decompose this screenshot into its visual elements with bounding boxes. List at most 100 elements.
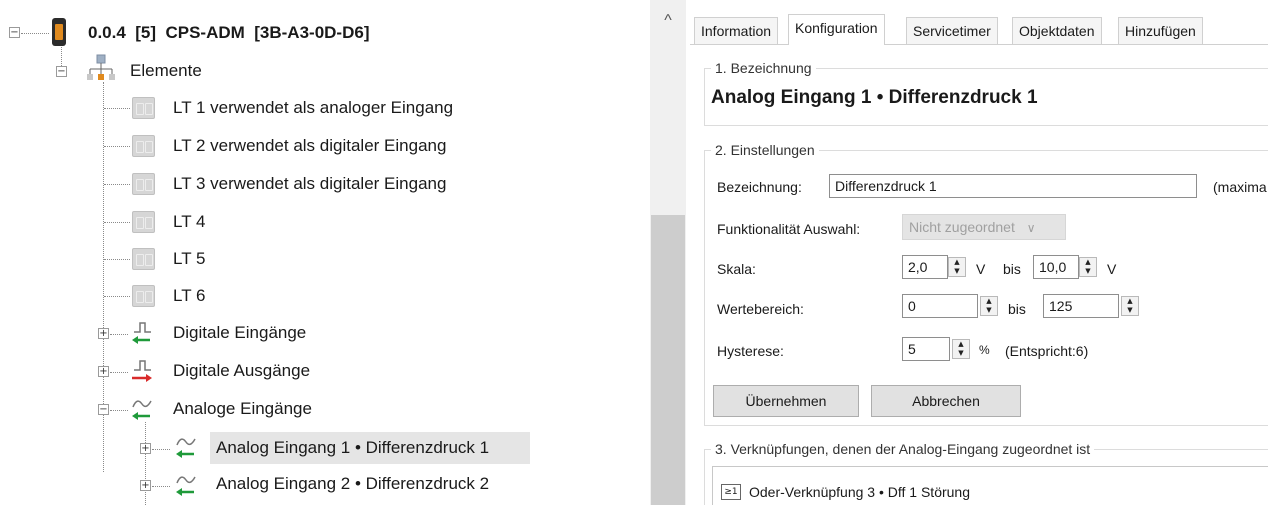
skala-from-unit: V	[976, 261, 986, 277]
expand-digital-outputs-expander[interactable]: +	[98, 366, 109, 377]
skala-to-input[interactable]: 10,0	[1033, 255, 1079, 279]
tab-servicetimer[interactable]: Servicetimer	[906, 17, 998, 44]
properties-panel: Information Konfiguration Servicetimer O…	[690, 0, 1268, 505]
expand-digital-inputs-expander[interactable]: +	[98, 328, 109, 339]
group-einstellungen: 2. Einstellungen Bezeichnung: Differenzd…	[704, 142, 1268, 426]
spin-up-icon[interactable]: ▲	[1080, 258, 1096, 267]
spin-down-icon[interactable]: ▼	[1122, 306, 1138, 315]
tab-objektdaten[interactable]: Objektdaten	[1012, 17, 1102, 44]
expand-analog-input-1-expander[interactable]: +	[140, 443, 151, 454]
spin-up-icon[interactable]: ▲	[949, 258, 965, 267]
tree-node-lt4-label: LT 4	[173, 212, 206, 231]
scroll-up-arrow-icon[interactable]: ^	[650, 12, 686, 36]
tree-node-digital-outputs[interactable]: Digitale Ausgänge	[173, 356, 310, 386]
tree-guide-line	[110, 372, 128, 373]
skala-from-input[interactable]: 2,0	[902, 255, 948, 279]
tree-guide-line	[152, 449, 170, 450]
tree-guide-line	[104, 296, 130, 297]
tree-guide-line	[104, 184, 130, 185]
tree-guide-line	[21, 33, 49, 34]
tree-node-lt4[interactable]: LT 4	[173, 207, 205, 237]
tree-guide-line	[104, 146, 130, 147]
or-gate-icon: ≥1	[721, 484, 741, 500]
hysterese-label: Hysterese:	[717, 343, 784, 359]
spin-down-icon[interactable]: ▼	[1080, 267, 1096, 276]
cancel-button[interactable]: Abbrechen	[871, 385, 1021, 417]
digital-input-icon	[130, 320, 154, 346]
group-einstellungen-title: 2. Einstellungen	[711, 142, 819, 158]
werte-to-input[interactable]: 125	[1043, 294, 1119, 318]
tree-guide-line	[104, 259, 130, 260]
werte-from-input[interactable]: 0	[902, 294, 978, 318]
collapse-analog-inputs-expander[interactable]: −	[98, 404, 109, 415]
tree-guide-line	[110, 334, 128, 335]
tree-node-lt5-label: LT 5	[173, 249, 206, 268]
lt-module-icon	[132, 211, 155, 233]
werte-to-spinner[interactable]: ▲ ▼	[1121, 296, 1139, 316]
werte-bis-label: bis	[1008, 301, 1026, 317]
lt-module-icon	[132, 285, 155, 307]
tree-node-lt2[interactable]: LT 2 verwendet als digitaler Eingang	[173, 131, 446, 161]
tab-information[interactable]: Information	[694, 17, 779, 44]
tree-node-root[interactable]: 0.0.4 [5] CPS-ADM [3B-A3-0D-D6]	[88, 18, 370, 48]
skala-from-spinner[interactable]: ▲ ▼	[948, 257, 966, 277]
tree-node-lt5[interactable]: LT 5	[173, 244, 205, 274]
hysterese-spinner[interactable]: ▲ ▼	[952, 339, 970, 359]
group-bezeichnung-title: 1. Bezeichnung	[711, 60, 816, 76]
tree-node-analog-input-2[interactable]: Analog Eingang 2 • Differenzdruck 2	[216, 469, 489, 499]
tree-node-elemente[interactable]: Elemente	[130, 56, 202, 86]
spin-down-icon[interactable]: ▼	[949, 267, 965, 276]
skala-bis-label: bis	[1003, 261, 1021, 277]
scrollbar-thumb[interactable]	[651, 215, 685, 505]
verknuepfungen-list[interactable]: ≥1 Oder-Verknüpfung 3 • Dff 1 Störung	[712, 466, 1268, 505]
list-item[interactable]: ≥1 Oder-Verknüpfung 3 • Dff 1 Störung	[721, 481, 970, 503]
tree-guide-line	[104, 108, 130, 109]
bezeichnung-hint: (maxima	[1213, 179, 1267, 195]
tree-node-analog-inputs-label: Analoge Eingänge	[173, 399, 312, 418]
collapse-root-expander[interactable]: −	[9, 27, 20, 38]
werte-from-spinner[interactable]: ▲ ▼	[980, 296, 998, 316]
bezeichnung-input[interactable]: Differenzdruck 1	[829, 174, 1197, 198]
tree-guide-line	[104, 222, 130, 223]
tree-node-analog-input-1-label: Analog Eingang 1 • Differenzdruck 1	[216, 438, 490, 457]
skala-to-spinner[interactable]: ▲ ▼	[1079, 257, 1097, 277]
wertebereich-label: Wertebereich:	[717, 301, 804, 317]
tree-node-digital-inputs[interactable]: Digitale Eingänge	[173, 318, 306, 348]
spin-up-icon[interactable]: ▲	[1122, 297, 1138, 306]
tree-node-lt3-label: LT 3 verwendet als digitaler Eingang	[173, 174, 447, 193]
skala-to-unit: V	[1107, 261, 1117, 277]
tab-hinzufuegen[interactable]: Hinzufügen	[1118, 17, 1203, 44]
lt-module-icon	[132, 248, 155, 270]
tree-guide-line	[145, 422, 146, 505]
tree-node-lt1[interactable]: LT 1 verwendet als analoger Eingang	[173, 93, 453, 123]
spin-down-icon[interactable]: ▼	[981, 306, 997, 315]
spin-down-icon[interactable]: ▼	[953, 349, 969, 358]
tab-strip: Information Konfiguration Servicetimer O…	[690, 14, 1268, 45]
analog-input-icon	[174, 472, 198, 498]
tree-node-analog-input-1[interactable]: Analog Eingang 1 • Differenzdruck 1	[210, 432, 530, 464]
tree-node-lt3[interactable]: LT 3 verwendet als digitaler Eingang	[173, 169, 446, 199]
analog-input-icon	[130, 396, 154, 422]
group-verknuepfungen: 3. Verknüpfungen, denen der Analog-Einga…	[704, 441, 1268, 505]
tree-guide-line	[110, 410, 128, 411]
spin-up-icon[interactable]: ▲	[953, 340, 969, 349]
apply-button[interactable]: Übernehmen	[713, 385, 859, 417]
element-heading: Analog Eingang 1 • Differenzdruck 1	[711, 87, 1038, 108]
group-verknuepfungen-title: 3. Verknüpfungen, denen der Analog-Einga…	[711, 441, 1095, 457]
hysterese-note: (Entspricht:6)	[1005, 343, 1089, 359]
tree-scrollbar[interactable]: ^	[650, 0, 686, 505]
funktion-dropdown[interactable]: Nicht zugeordnet ∨	[902, 214, 1066, 240]
tree-node-lt6[interactable]: LT 6	[173, 281, 205, 311]
tree-node-analog-inputs[interactable]: Analoge Eingänge	[173, 394, 312, 424]
tree-view[interactable]: − 0.0.4 [5] CPS-ADM [3B-A3-0D-D6] − Elem…	[0, 0, 648, 505]
funktion-dropdown-value: Nicht zugeordnet	[909, 219, 1015, 235]
tab-konfiguration[interactable]: Konfiguration	[788, 14, 885, 45]
funktion-label: Funktionalität Auswahl:	[717, 221, 861, 237]
hysterese-input[interactable]: 5	[902, 337, 950, 361]
tree-node-digital-inputs-label: Digitale Eingänge	[173, 323, 307, 342]
expand-analog-input-2-expander[interactable]: +	[140, 480, 151, 491]
group-bezeichnung: 1. Bezeichnung Analog Eingang 1 • Differ…	[704, 60, 1268, 126]
collapse-elemente-expander[interactable]: −	[56, 66, 67, 77]
spin-up-icon[interactable]: ▲	[981, 297, 997, 306]
digital-output-icon	[130, 358, 154, 384]
